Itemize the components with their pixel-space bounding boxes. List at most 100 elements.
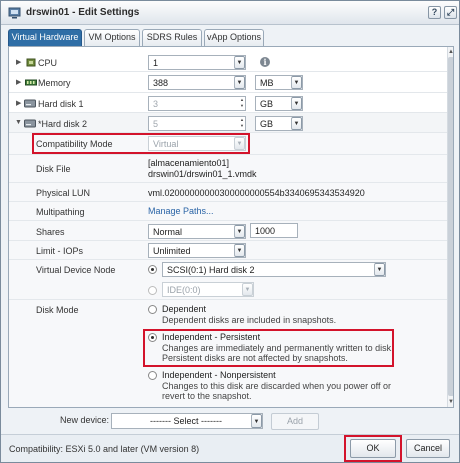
hardware-row-hard-disk-2: ▼ *Hard disk 2 5 ▲ ▼ GB ▼ <box>9 113 447 133</box>
chevron-down-icon[interactable]: ▼ <box>251 414 262 428</box>
chevron-down-icon[interactable]: ▼ <box>234 76 245 89</box>
expand-arrow-icon[interactable]: ▶ <box>16 58 21 66</box>
cpu-label: CPU <box>38 58 58 68</box>
hard-disk-2-label: *Hard disk 2 <box>38 119 88 129</box>
hard-disk-1-label: Hard disk 1 <box>38 99 84 109</box>
ide-node-select[interactable]: IDE(0:0) ▼ <box>162 282 254 297</box>
chevron-down-icon[interactable]: ▼ <box>374 263 385 276</box>
memory-value: 388 <box>153 78 169 88</box>
spinner-icon[interactable]: ▲ ▼ <box>239 97 245 110</box>
chevron-down-icon[interactable]: ▼ <box>234 244 245 257</box>
ide-node-value: IDE(0:0) <box>167 285 201 295</box>
setting-row-shares: Shares Normal ▼ 1000 <box>9 221 447 241</box>
tab-vapp-options[interactable]: vApp Options <box>204 29 264 46</box>
spinner-icon[interactable]: ▲ ▼ <box>239 117 245 130</box>
chevron-down-icon[interactable]: ▼ <box>291 117 302 130</box>
title-bar: drswin01 - Edit Settings ? ⤢ <box>1 1 459 25</box>
multipathing-label: Multipathing <box>36 207 85 217</box>
virtual-hardware-panel: ▶ CPU 1 ▼ i ▶ Memory 388 ▼ MB ▼ ▶ Hard d… <box>8 46 454 408</box>
hard-disk-2-size: 5 <box>153 119 159 129</box>
vm-icon <box>8 7 21 19</box>
disk-mode-nonpersistent-radio[interactable] <box>148 371 157 380</box>
physical-lun-value: vml.02000000000300000000554b334069534353… <box>148 188 365 198</box>
hard-disk-2-unit-select[interactable]: GB ▼ <box>255 116 303 131</box>
memory-unit: MB <box>260 78 274 88</box>
maximize-button[interactable]: ⤢ <box>444 6 457 19</box>
compatibility-status: Compatibility: ESXi 5.0 and later (VM ve… <box>9 444 200 454</box>
physical-lun-label: Physical LUN <box>36 188 91 198</box>
disk-file-label: Disk File <box>36 164 71 174</box>
chevron-down-icon[interactable]: ▼ <box>291 97 302 110</box>
limit-iops-label: Limit - IOPs <box>36 246 84 256</box>
limit-iops-value: Unlimited <box>153 246 191 256</box>
setting-row-limit-iops: Limit - IOPs Unlimited ▼ <box>9 241 447 260</box>
highlight-independent-persistent <box>143 329 394 367</box>
hard-disk-2-size-input[interactable]: 5 ▲ ▼ <box>148 116 246 131</box>
scsi-radio[interactable] <box>148 265 157 274</box>
disk-file-path: drswin01/drswin01_1.vmdk <box>148 169 257 179</box>
expand-arrow-icon[interactable]: ▶ <box>16 99 21 107</box>
cancel-button[interactable]: Cancel <box>406 439 450 458</box>
disk-mode-nonpersistent-desc-1: Changes to this disk are discarded when … <box>162 381 391 391</box>
disk-mode-dependent-desc: Dependent disks are included in snapshot… <box>162 315 337 325</box>
highlight-ok-button <box>344 435 402 462</box>
setting-row-virtual-device-node: Virtual Device Node SCSI(0:1) Hard disk … <box>9 260 447 300</box>
setting-row-disk-file: Disk File [almacenamiento01] drswin01/dr… <box>9 155 447 183</box>
chevron-down-icon[interactable]: ▼ <box>234 56 245 69</box>
disk-mode-dependent-radio[interactable] <box>148 305 157 314</box>
new-device-label: New device: <box>60 415 110 425</box>
virtual-device-node-label: Virtual Device Node <box>36 265 116 275</box>
scsi-node-value: SCSI(0:1) Hard disk 2 <box>167 265 255 275</box>
cpu-select[interactable]: 1 ▼ <box>148 55 246 70</box>
memory-unit-select[interactable]: MB ▼ <box>255 75 303 90</box>
disk-file-datastore: [almacenamiento01] <box>148 158 230 168</box>
ide-radio[interactable] <box>148 286 157 295</box>
new-device-row: New device: ------- Select ------- ▼ Add <box>1 410 459 434</box>
chevron-down-icon[interactable]: ▼ <box>291 76 302 89</box>
chevron-down-icon[interactable]: ▼ <box>242 283 253 296</box>
cpu-icon <box>26 58 36 67</box>
scsi-node-select[interactable]: SCSI(0:1) Hard disk 2 ▼ <box>162 262 386 277</box>
status-bar: Compatibility: ESXi 5.0 and later (VM ve… <box>1 434 459 462</box>
cpu-value: 1 <box>153 58 159 68</box>
info-icon[interactable]: i <box>260 57 270 67</box>
shares-label: Shares <box>36 227 65 237</box>
hard-disk-icon <box>24 119 36 128</box>
hardware-row-hard-disk-1: ▶ Hard disk 1 3 ▲ ▼ GB ▼ <box>9 93 447 113</box>
expand-arrow-icon[interactable]: ▶ <box>16 78 21 86</box>
edit-settings-dialog: drswin01 - Edit Settings ? ⤢ Virtual Har… <box>0 0 460 463</box>
shares-select[interactable]: Normal ▼ <box>148 224 246 239</box>
tab-virtual-hardware[interactable]: Virtual Hardware <box>8 29 82 46</box>
manage-paths-link[interactable]: Manage Paths... <box>148 206 214 216</box>
hard-disk-1-unit-select[interactable]: GB ▼ <box>255 96 303 111</box>
shares-value: Normal <box>153 227 183 237</box>
new-device-select-value: ------- Select ------- <box>150 416 222 426</box>
collapse-arrow-icon[interactable]: ▼ <box>15 119 22 126</box>
help-button[interactable]: ? <box>428 6 441 19</box>
chevron-down-icon[interactable]: ▼ <box>234 225 245 238</box>
tab-sdrs-rules[interactable]: SDRS Rules <box>142 29 202 46</box>
add-device-button[interactable]: Add <box>271 413 319 430</box>
disk-mode-nonpersistent-desc-2: revert to the snapshot. <box>162 391 252 401</box>
hardware-row-cpu: ▶ CPU 1 ▼ i <box>9 53 447 72</box>
hard-disk-1-size: 3 <box>153 99 159 109</box>
shares-number-input[interactable]: 1000 <box>250 223 298 238</box>
disk-mode-nonpersistent-title: Independent - Nonpersistent <box>162 370 276 380</box>
scroll-thumb[interactable] <box>448 57 453 396</box>
hard-disk-1-unit: GB <box>260 99 274 109</box>
memory-input[interactable]: 388 ▼ <box>148 75 246 90</box>
scroll-up-icon[interactable]: ▲ <box>448 48 453 56</box>
new-device-select[interactable]: ------- Select ------- ▼ <box>111 413 263 429</box>
window-title: drswin01 - Edit Settings <box>26 7 140 18</box>
highlight-compatibility-mode <box>32 133 250 154</box>
hard-disk-1-size-input[interactable]: 3 ▲ ▼ <box>148 96 246 111</box>
scroll-down-icon[interactable]: ▼ <box>448 398 453 406</box>
vertical-scrollbar[interactable]: ▲ ▼ <box>447 47 453 407</box>
hard-disk-2-unit: GB <box>260 119 274 129</box>
tab-vm-options[interactable]: VM Options <box>84 29 140 46</box>
setting-row-physical-lun: Physical LUN vml.02000000000300000000554… <box>9 183 447 202</box>
hard-disk-icon <box>24 99 36 108</box>
setting-row-multipathing: Multipathing Manage Paths... <box>9 202 447 221</box>
limit-iops-select[interactable]: Unlimited ▼ <box>148 243 246 258</box>
disk-mode-label: Disk Mode <box>36 305 79 315</box>
